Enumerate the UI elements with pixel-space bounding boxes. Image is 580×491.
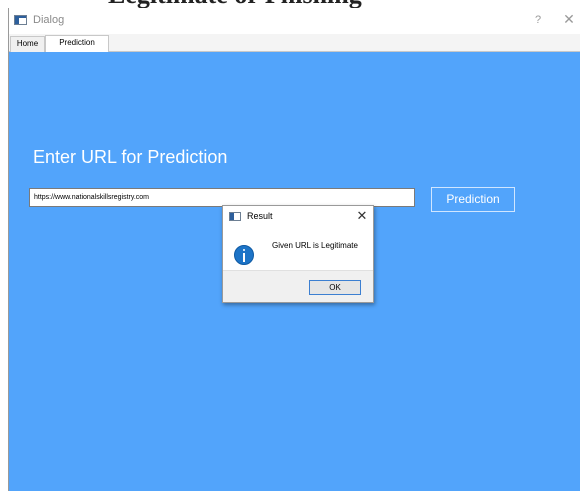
result-footer: OK: [223, 270, 373, 302]
info-icon-stem: [243, 253, 245, 262]
tab-home[interactable]: Home: [10, 36, 45, 52]
tab-prediction[interactable]: Prediction: [45, 35, 109, 52]
app-window-icon: [14, 15, 27, 25]
help-button[interactable]: ?: [530, 12, 546, 28]
window-titlebar[interactable]: Dialog ? ✕: [9, 8, 580, 34]
screenshot-root: Legitimate or Phishing Dialog ? ✕ Home P…: [0, 0, 580, 491]
top-strip: Legitimate or Phishing: [0, 0, 580, 8]
result-titlebar[interactable]: Result ✕: [223, 206, 373, 226]
tab-bar: Home Prediction: [9, 34, 580, 52]
clipped-page-heading: Legitimate or Phishing: [108, 0, 362, 8]
ok-button[interactable]: OK: [309, 280, 361, 295]
page-heading: Enter URL for Prediction: [33, 147, 228, 167]
window-title: Dialog: [33, 14, 65, 26]
result-title: Result: [247, 211, 273, 221]
result-message-box: Result ✕ Given URL is Legitimate OK: [222, 205, 374, 303]
prediction-button[interactable]: Prediction: [431, 187, 515, 212]
result-close-button[interactable]: ✕: [355, 208, 369, 224]
info-icon-dot: [243, 249, 245, 251]
result-message: Given URL is Legitimate: [272, 241, 358, 250]
dialog-window-icon: [229, 212, 241, 221]
close-button[interactable]: ✕: [561, 11, 577, 27]
result-body: Given URL is Legitimate: [223, 226, 373, 270]
info-icon: [234, 245, 254, 265]
